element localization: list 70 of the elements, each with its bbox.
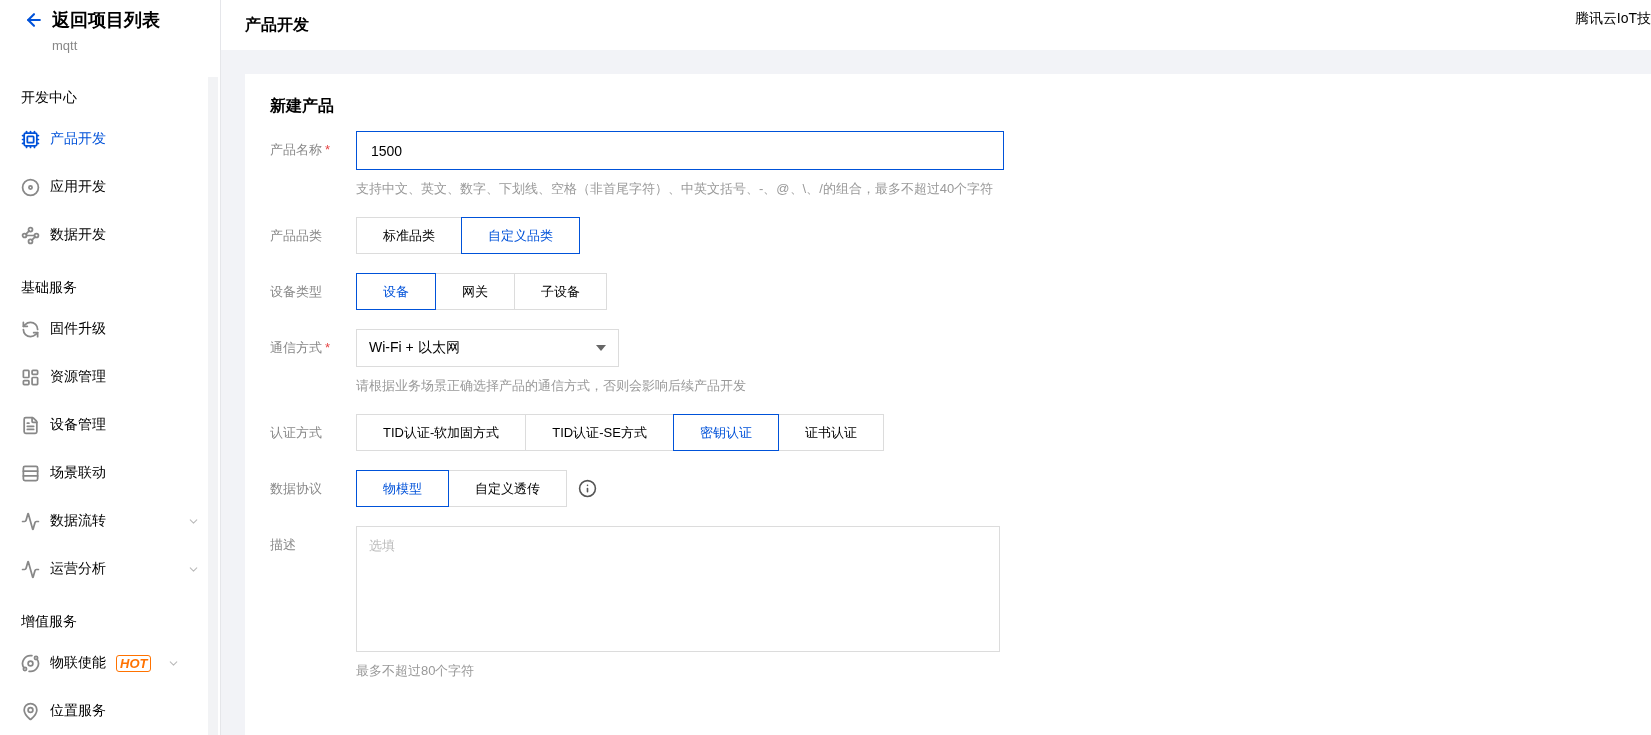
nav-label: 场景联动 (50, 464, 106, 482)
input-field[interactable]: 1500 (356, 131, 1004, 170)
nav-item[interactable]: 资源管理 (0, 353, 208, 401)
nav-item[interactable]: 数据开发 (0, 211, 208, 259)
field-hint: 支持中文、英文、数字、下划线、空格（非首尾字符）、中英文括号、-、@、\、/的组合，最多不超过40个字符 (356, 180, 995, 198)
project-name: mqtt (52, 38, 79, 53)
field-hint: 最多不超过80个字符 (356, 662, 476, 680)
option-button[interactable]: TID认证-SE方式 (525, 414, 674, 451)
option-button[interactable]: 设备 (356, 273, 436, 310)
nav-item[interactable]: 物联使能 HOT (0, 639, 208, 687)
option-button[interactable]: 子设备 (514, 273, 607, 310)
section-title: 开发中心 (20, 88, 78, 107)
required-mark: * (325, 142, 331, 157)
caret-icon (596, 345, 606, 351)
pulse-icon (21, 559, 40, 579)
nav-label: 固件升级 (50, 320, 106, 338)
option-button[interactable]: 网关 (435, 273, 515, 310)
nav-label: 数据流转 (50, 512, 106, 530)
nav-label: 数据开发 (50, 226, 106, 244)
textarea-field[interactable]: 选填 (356, 526, 1000, 652)
hot-badge: HOT (116, 654, 152, 672)
nav-label: 产品开发 (50, 130, 106, 148)
nav-label: 资源管理 (50, 368, 106, 386)
flow-lines-icon (21, 225, 40, 245)
nav-label: 设备管理 (50, 416, 106, 434)
nav-label: 运营分析 (50, 560, 106, 578)
nav-label: 物联使能 (50, 654, 106, 672)
option-button[interactable]: 自定义品类 (461, 217, 580, 254)
section-title: 增值服务 (20, 612, 78, 631)
orbit-icon (21, 653, 40, 673)
field-label: 设备类型 (270, 283, 323, 301)
option-button[interactable]: 证书认证 (777, 414, 884, 451)
option-button[interactable]: 物模型 (356, 470, 449, 507)
refresh-icon (21, 319, 40, 339)
option-button[interactable]: 密钥认证 (672, 414, 779, 451)
nav-label: 应用开发 (50, 178, 106, 196)
field-hint: 请根据业务场景正确选择产品的通信方式，否则会影响后续产品开发 (356, 377, 747, 395)
option-button[interactable]: TID认证-软加固方式 (356, 414, 527, 451)
nav-item[interactable]: 设备管理 (0, 401, 208, 449)
dashboard-icon (21, 367, 40, 387)
header-link[interactable]: 腾讯云IoT技 (1574, 10, 1651, 28)
field-label: 产品品类 (270, 227, 323, 245)
field-label: 数据协议 (270, 480, 323, 498)
nav-item[interactable]: 运营分析 (0, 545, 208, 593)
section-title: 基础服务 (20, 278, 78, 297)
rows-icon (21, 463, 40, 483)
nav-item[interactable]: 应用开发 (0, 163, 208, 211)
document-icon (21, 415, 40, 435)
page-title: 产品开发 (245, 14, 309, 35)
form-title: 新建产品 (270, 96, 335, 116)
chip-icon (21, 129, 40, 149)
field-label: 认证方式 (270, 424, 323, 442)
option-button[interactable]: 自定义透传 (448, 470, 567, 507)
nav-item[interactable]: 固件升级 (0, 305, 208, 353)
field-label: 通信方式 * (270, 339, 332, 357)
nav-item[interactable]: 产品开发 (0, 115, 208, 163)
required-mark: * (325, 340, 331, 355)
option-button[interactable]: 标准品类 (356, 217, 462, 254)
nav-label: 位置服务 (50, 702, 106, 720)
info-icon[interactable] (578, 479, 597, 498)
ring-icon (21, 177, 40, 197)
nav-item[interactable]: 场景联动 (0, 449, 208, 497)
pulse-icon (21, 511, 40, 531)
nav-item[interactable]: 数据流转 (0, 497, 208, 545)
map-pin-icon (21, 701, 40, 721)
field-label: 描述 (270, 536, 297, 554)
back-link[interactable]: 返回项目列表 (24, 8, 160, 32)
nav-item[interactable]: 位置服务 (0, 687, 208, 735)
select-field[interactable]: Wi-Fi + 以太网 (356, 329, 619, 367)
field-label: 产品名称 * (270, 141, 332, 159)
